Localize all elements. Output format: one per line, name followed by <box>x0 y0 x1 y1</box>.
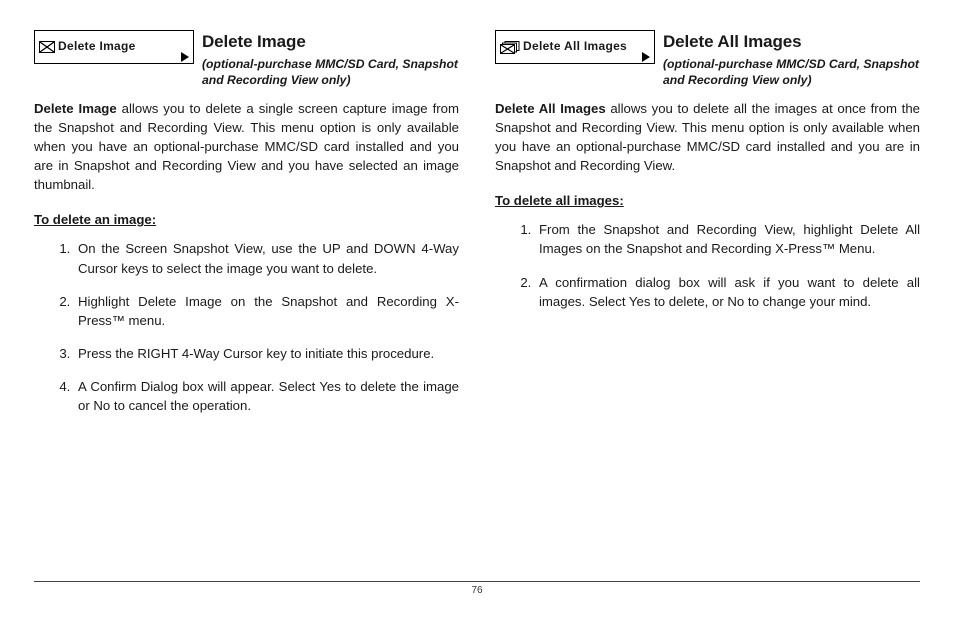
list-item: On the Screen Snapshot View, use the UP … <box>74 239 459 277</box>
left-intro-paragraph: Delete Image allows you to delete a sing… <box>34 99 459 195</box>
page-number: 76 <box>0 584 954 599</box>
steps-heading: To delete an image: <box>34 210 459 229</box>
section-title: Delete All Images <box>663 30 920 55</box>
right-arrow-icon <box>181 52 189 62</box>
steps-heading: To delete all images: <box>495 191 920 210</box>
delete-all-images-menu-box: Delete All Images <box>495 30 655 64</box>
footer-rule <box>34 581 920 582</box>
right-intro-paragraph: Delete All Images allows you to delete a… <box>495 99 920 176</box>
section-subtitle: (optional-purchase MMC/SD Card, Snapshot… <box>202 56 459 89</box>
section-subtitle: (optional-purchase MMC/SD Card, Snapshot… <box>663 56 920 89</box>
list-item: Press the RIGHT 4-Way Cursor key to init… <box>74 344 459 363</box>
left-title-block: Delete Image (optional-purchase MMC/SD C… <box>202 30 459 89</box>
section-title: Delete Image <box>202 30 459 55</box>
right-arrow-icon <box>642 52 650 62</box>
intro-bold: Delete Image <box>34 101 117 116</box>
right-steps-list: From the Snapshot and Recording View, hi… <box>495 220 920 311</box>
intro-bold: Delete All Images <box>495 101 606 116</box>
list-item: A Confirm Dialog box will appear. Select… <box>74 377 459 415</box>
list-item: From the Snapshot and Recording View, hi… <box>535 220 920 258</box>
list-item: A confirmation dialog box will ask if yo… <box>535 273 920 311</box>
right-header: Delete All Images Delete All Images (opt… <box>495 30 920 89</box>
menu-box-label: Delete All Images <box>523 38 627 55</box>
menu-box-label: Delete Image <box>58 38 136 55</box>
left-column: Delete Image Delete Image (optional-purc… <box>34 30 459 429</box>
left-header: Delete Image Delete Image (optional-purc… <box>34 30 459 89</box>
list-item: Highlight Delete Image on the Snapshot a… <box>74 292 459 330</box>
right-title-block: Delete All Images (optional-purchase MMC… <box>663 30 920 89</box>
stacked-images-icon <box>500 41 520 54</box>
right-column: Delete All Images Delete All Images (opt… <box>495 30 920 429</box>
page: Delete Image Delete Image (optional-purc… <box>0 0 954 429</box>
single-image-icon <box>39 41 55 53</box>
left-steps-list: On the Screen Snapshot View, use the UP … <box>34 239 459 415</box>
delete-image-menu-box: Delete Image <box>34 30 194 64</box>
